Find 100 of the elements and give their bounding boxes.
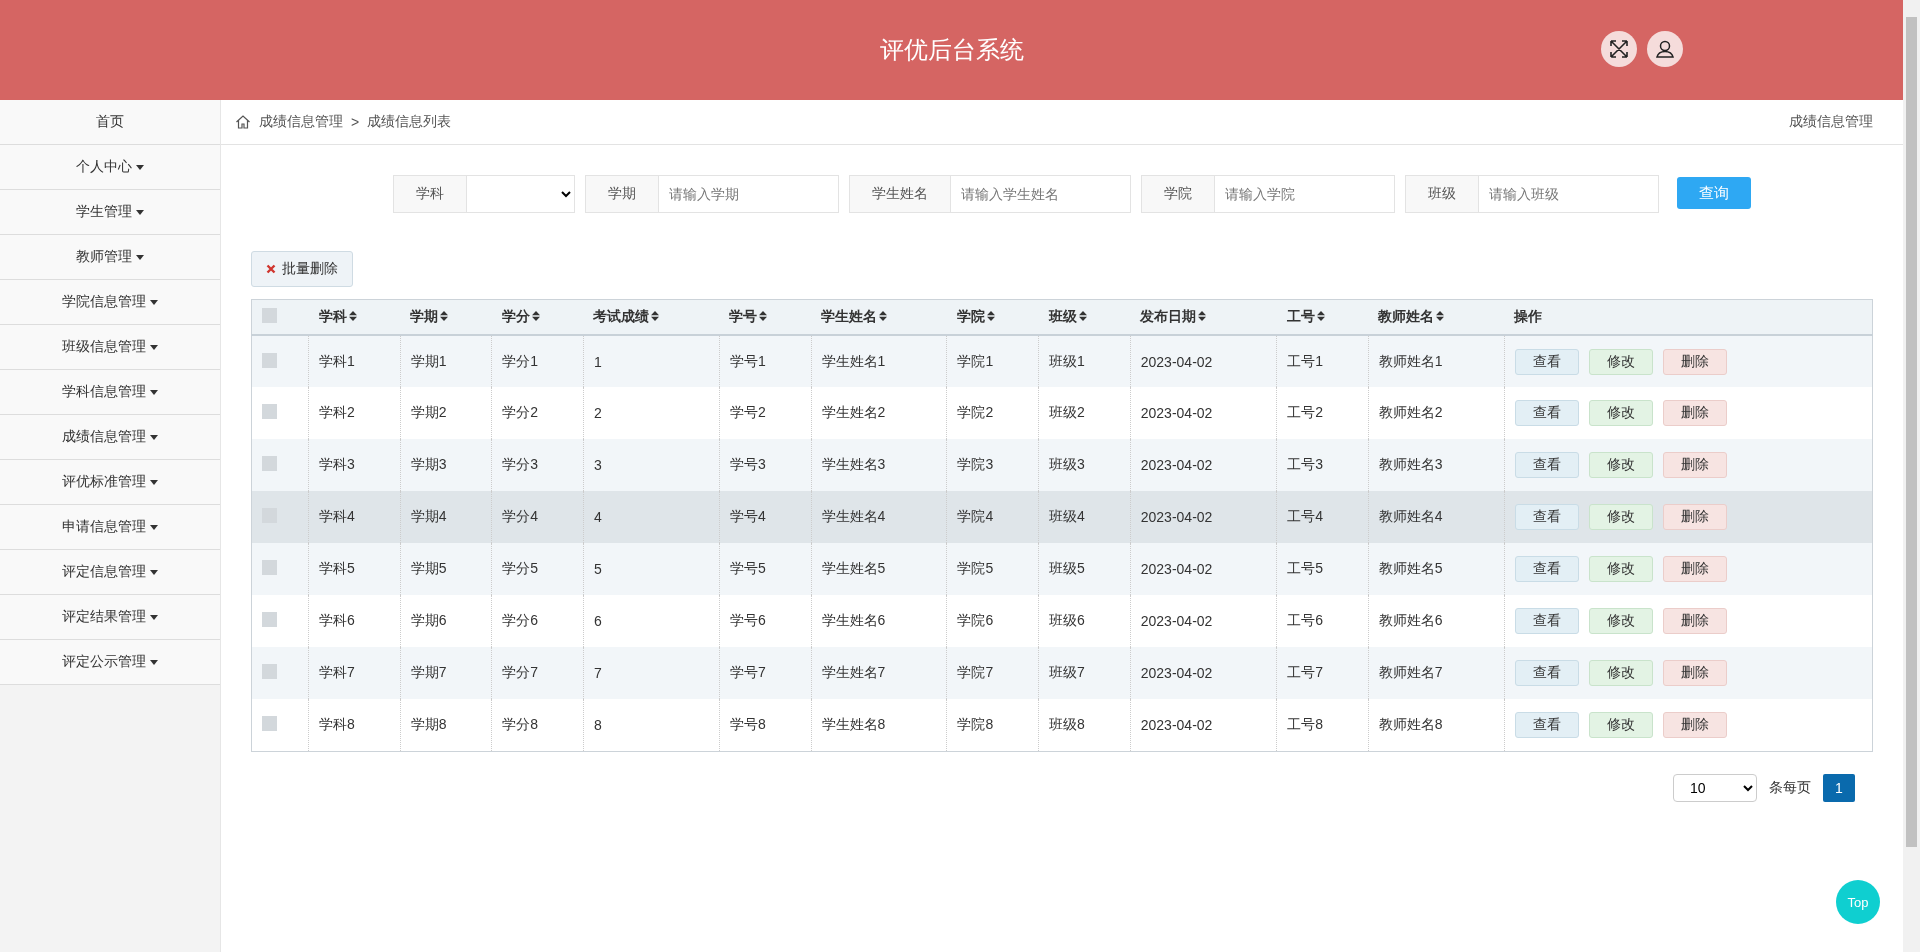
sidebar-item[interactable]: 评定公示管理 bbox=[0, 640, 220, 685]
column-header[interactable]: 发布日期 bbox=[1130, 299, 1277, 335]
column-header[interactable]: 学科 bbox=[308, 299, 401, 335]
column-header[interactable]: 考试成绩 bbox=[583, 299, 720, 335]
page-size-label: 条每页 bbox=[1769, 778, 1811, 797]
column-header[interactable]: 班级 bbox=[1038, 299, 1131, 335]
caret-icon bbox=[150, 524, 158, 530]
table-cell: 学分8 bbox=[491, 699, 584, 751]
user-button[interactable] bbox=[1647, 31, 1683, 67]
row-checkbox[interactable] bbox=[262, 715, 277, 731]
sort-icon bbox=[759, 311, 768, 321]
scrollbar[interactable] bbox=[1903, 0, 1920, 952]
sidebar-item[interactable]: 教师管理 bbox=[0, 235, 220, 280]
caret-icon bbox=[150, 389, 158, 395]
input-field[interactable]: 请输入班级 bbox=[1479, 175, 1659, 213]
row-checkbox[interactable] bbox=[262, 404, 277, 419]
edit-button[interactable]: 修改 bbox=[1588, 400, 1653, 426]
delete-button[interactable]: 删除 bbox=[1662, 400, 1727, 426]
filter-label: 学期 bbox=[585, 175, 659, 213]
delete-button[interactable]: 删除 bbox=[1662, 608, 1727, 634]
delete-button[interactable]: 删除 bbox=[1662, 452, 1727, 478]
sort-icon bbox=[986, 311, 995, 321]
select-field[interactable] bbox=[467, 175, 575, 213]
caret-icon bbox=[136, 209, 144, 215]
table-cell: 8 bbox=[583, 699, 720, 751]
row-checkbox[interactable] bbox=[262, 352, 277, 368]
column-header: 操作 bbox=[1504, 299, 1873, 335]
sidebar-item[interactable]: 评定信息管理 bbox=[0, 550, 220, 595]
sidebar-item[interactable]: 学院信息管理 bbox=[0, 280, 220, 325]
fullscreen-button[interactable] bbox=[1601, 31, 1637, 67]
filter-label: 学生姓名 bbox=[849, 175, 951, 213]
row-checkbox[interactable] bbox=[262, 560, 277, 575]
sort-icon bbox=[879, 311, 888, 321]
table-cell: 教师姓名8 bbox=[1368, 699, 1505, 751]
caret-icon bbox=[136, 164, 144, 170]
column-header[interactable]: 学院 bbox=[946, 299, 1039, 335]
view-button[interactable]: 查看 bbox=[1514, 660, 1579, 686]
table-cell: 班级8 bbox=[1038, 699, 1131, 751]
sidebar-item[interactable]: 学生管理 bbox=[0, 190, 220, 235]
sidebar-item[interactable]: 成绩信息管理 bbox=[0, 415, 220, 460]
edit-button[interactable]: 修改 bbox=[1588, 608, 1653, 634]
user-icon bbox=[1655, 39, 1675, 59]
sidebar-item[interactable]: 评优标准管理 bbox=[0, 460, 220, 505]
sidebar-item[interactable]: 学科信息管理 bbox=[0, 370, 220, 415]
view-button[interactable]: 查看 bbox=[1514, 400, 1579, 426]
column-header[interactable]: 学期 bbox=[400, 299, 492, 335]
delete-button[interactable]: 删除 bbox=[1662, 504, 1727, 530]
view-button[interactable]: 查看 bbox=[1514, 711, 1579, 738]
page-size-select[interactable]: 10 bbox=[1673, 773, 1757, 802]
caret-icon bbox=[150, 344, 158, 350]
caret-icon bbox=[150, 479, 158, 485]
input-field[interactable]: 请输入学期 bbox=[659, 175, 839, 213]
sort-icon bbox=[1436, 311, 1445, 321]
input-field[interactable]: 请输入学生姓名 bbox=[951, 175, 1131, 213]
row-checkbox[interactable] bbox=[262, 664, 277, 679]
view-button[interactable]: 查看 bbox=[1514, 504, 1579, 530]
edit-button[interactable]: 修改 bbox=[1588, 348, 1653, 375]
column-header[interactable]: 工号 bbox=[1276, 299, 1369, 335]
delete-button[interactable]: 删除 bbox=[1662, 348, 1727, 375]
close-icon bbox=[266, 264, 276, 274]
home-icon bbox=[235, 114, 251, 130]
edit-button[interactable]: 修改 bbox=[1588, 660, 1653, 686]
sidebar-item[interactable]: 个人中心 bbox=[0, 145, 220, 190]
table-cell: 2023-04-02 bbox=[1130, 699, 1277, 751]
table-cell: 学科8 bbox=[308, 699, 401, 751]
edit-button[interactable]: 修改 bbox=[1588, 452, 1653, 478]
view-button[interactable]: 查看 bbox=[1514, 348, 1579, 375]
sidebar-item[interactable]: 首页 bbox=[0, 100, 220, 145]
sidebar-item[interactable]: 班级信息管理 bbox=[0, 325, 220, 370]
caret-icon bbox=[150, 569, 158, 575]
edit-button[interactable]: 修改 bbox=[1588, 504, 1653, 530]
column-header[interactable]: 学号 bbox=[719, 299, 812, 335]
view-button[interactable]: 查看 bbox=[1514, 452, 1579, 478]
delete-button[interactable]: 删除 bbox=[1662, 711, 1727, 738]
filter-label: 学科 bbox=[393, 175, 467, 213]
caret-icon bbox=[150, 299, 158, 305]
sidebar-item[interactable]: 评定结果管理 bbox=[0, 595, 220, 640]
table-cell: 工号8 bbox=[1276, 699, 1369, 751]
delete-button[interactable]: 删除 bbox=[1662, 660, 1727, 686]
column-header[interactable]: 教师姓名 bbox=[1368, 299, 1505, 335]
sort-icon bbox=[651, 311, 660, 321]
breadcrumb-link[interactable]: 成绩信息列表 bbox=[367, 113, 452, 131]
batch-delete-button[interactable]: 批量删除 bbox=[251, 251, 353, 287]
edit-button[interactable]: 修改 bbox=[1588, 711, 1653, 738]
select-all-checkbox[interactable] bbox=[262, 308, 277, 323]
view-button[interactable]: 查看 bbox=[1514, 556, 1579, 582]
delete-button[interactable]: 删除 bbox=[1662, 556, 1727, 582]
input-field[interactable]: 请输入学院 bbox=[1215, 175, 1395, 213]
edit-button[interactable]: 修改 bbox=[1588, 556, 1653, 582]
column-header[interactable]: 学生姓名 bbox=[811, 299, 947, 335]
caret-icon bbox=[150, 659, 158, 665]
column-header[interactable]: 学分 bbox=[491, 299, 584, 335]
view-button[interactable]: 查看 bbox=[1514, 608, 1579, 634]
page-button[interactable]: 1 bbox=[1823, 773, 1855, 802]
row-checkbox[interactable] bbox=[262, 456, 277, 471]
breadcrumb-link[interactable]: 成绩信息管理 bbox=[259, 113, 343, 131]
sidebar-item[interactable]: 申请信息管理 bbox=[0, 505, 220, 550]
sort-icon bbox=[348, 311, 357, 321]
row-checkbox[interactable] bbox=[262, 612, 277, 627]
table-cell: 学号8 bbox=[719, 699, 812, 751]
